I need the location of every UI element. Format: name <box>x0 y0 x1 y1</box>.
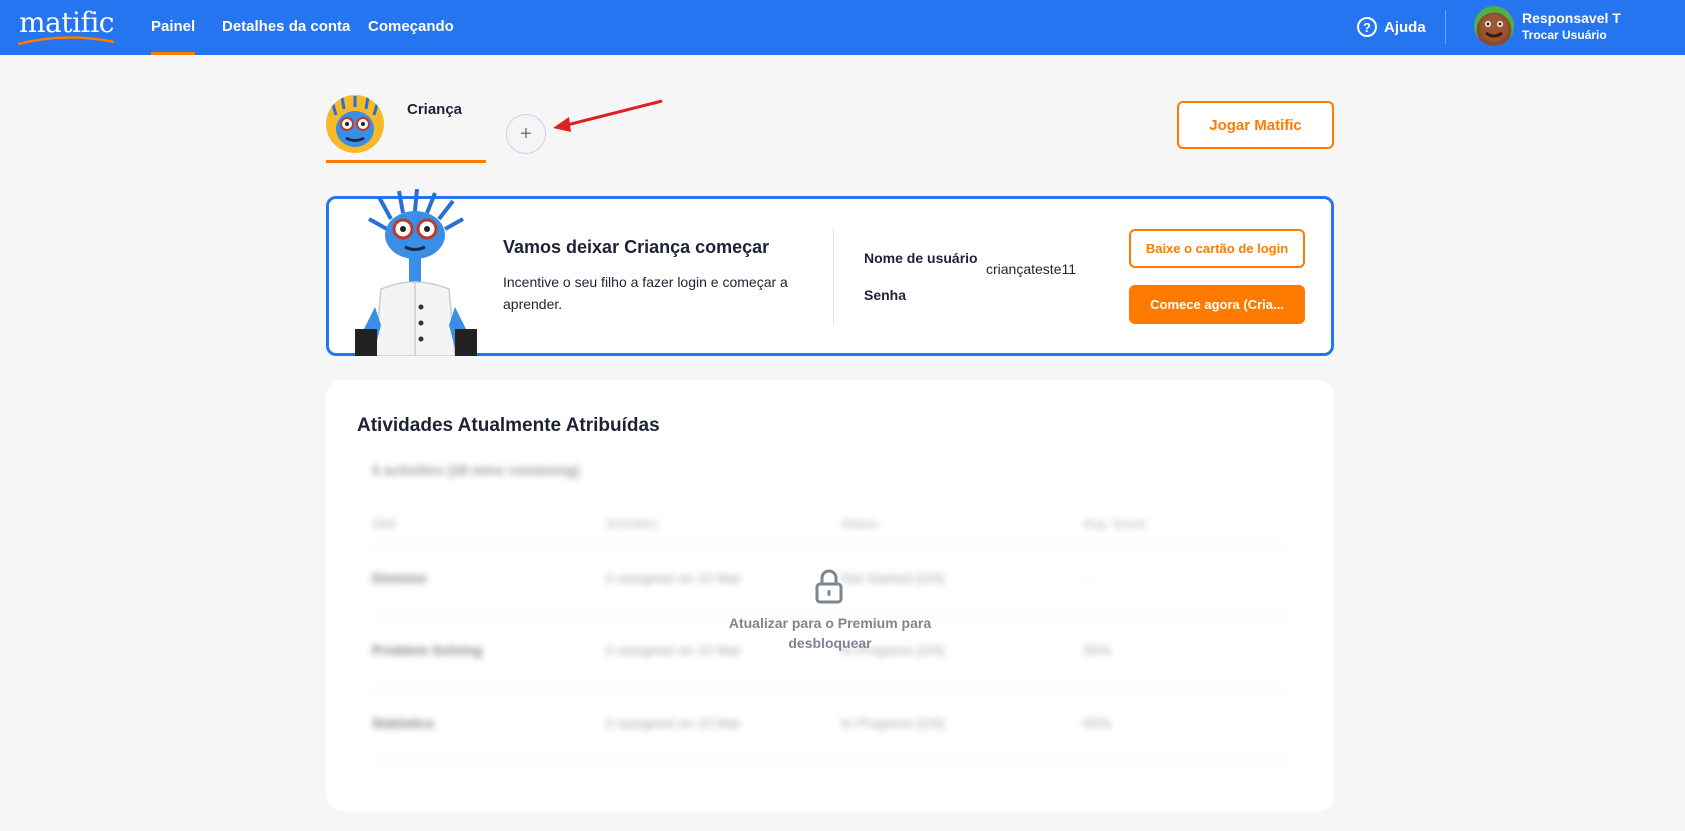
card-description: Incentive o seu filho a fazer login e co… <box>503 274 788 312</box>
top-navigation-bar: matific Painel Detalhes da conta Começan… <box>0 0 1685 55</box>
child-avatar <box>326 95 384 153</box>
blue-monster-avatar-icon <box>330 96 380 147</box>
monster-avatar-icon <box>1480 14 1508 42</box>
nav-tab-label: Começando <box>368 18 454 35</box>
table-cell: 50% <box>1083 642 1112 658</box>
nav-tab-comecando[interactable]: Começando <box>368 18 454 35</box>
header-divider <box>1445 10 1446 44</box>
red-arrow-annotation-icon <box>553 99 663 132</box>
user-avatar[interactable] <box>1474 6 1514 46</box>
card-divider <box>833 229 834 324</box>
table-cell: Not Started (0/4) <box>841 570 945 586</box>
table-cell: Division <box>372 570 427 586</box>
nav-tab-label: Detalhes da conta <box>222 18 351 35</box>
help-question-icon: ? <box>1357 17 1377 37</box>
table-cell: 50% <box>1083 715 1112 731</box>
lock-icon <box>815 569 843 604</box>
start-now-button[interactable]: Comece agora (Cria... <box>1129 285 1305 324</box>
table-cell: - <box>1083 570 1088 586</box>
nav-tab-painel[interactable]: Painel <box>151 18 196 55</box>
upgrade-premium-message[interactable]: Atualizar para o Premium para desbloquea… <box>720 613 940 653</box>
table-cell: In Progress (2/4) <box>841 715 946 731</box>
table-cell: 0 assigned on 10 Mar <box>606 715 741 731</box>
table-divider <box>372 760 1287 761</box>
table-header: Status <box>841 516 878 531</box>
child-login-info-card: Vamos deixar Criança começar Incentive o… <box>326 189 1334 356</box>
username-value: criançateste11 <box>986 261 1077 277</box>
table-cell: 0 assigned on 10 Mar <box>606 570 741 586</box>
user-name: Responsavel T <box>1522 10 1621 26</box>
matific-logo[interactable]: matific <box>16 6 116 48</box>
child-tab-crianca[interactable]: Criança <box>326 93 486 163</box>
download-login-card-button[interactable]: Baixe o cartão de login <box>1129 229 1305 268</box>
assigned-activities-panel: Atividades Atualmente Atribuídas 6 activ… <box>326 380 1334 811</box>
card-title: Vamos deixar Criança começar <box>503 237 770 257</box>
logo-swoosh-icon <box>17 36 115 46</box>
username-label: Nome de usuário <box>864 250 978 266</box>
activities-summary: 6 activities (28 mins remaining) <box>372 462 580 478</box>
add-child-button[interactable]: + <box>506 114 546 154</box>
help-label: Ajuda <box>1384 18 1426 36</box>
monster-mascot-illustration <box>355 189 477 356</box>
nav-tab-detalhes-da-conta[interactable]: Detalhes da conta <box>222 18 350 35</box>
play-matific-button[interactable]: Jogar Matific <box>1177 101 1334 149</box>
nav-tab-label: Painel <box>151 18 196 35</box>
table-divider <box>372 545 1287 546</box>
table-header: Activities <box>606 516 658 531</box>
table-cell: Statistics <box>372 715 435 731</box>
child-name: Criança <box>407 101 463 118</box>
help-link[interactable]: ? Ajuda <box>1357 16 1426 38</box>
table-divider <box>372 689 1287 690</box>
password-label: Senha <box>864 287 907 303</box>
table-header: Skill <box>372 516 396 531</box>
switch-user-link[interactable]: Trocar Usuário <box>1522 28 1607 42</box>
table-header: Avg. Score <box>1083 516 1147 531</box>
table-cell: Problem Solving <box>372 642 483 658</box>
